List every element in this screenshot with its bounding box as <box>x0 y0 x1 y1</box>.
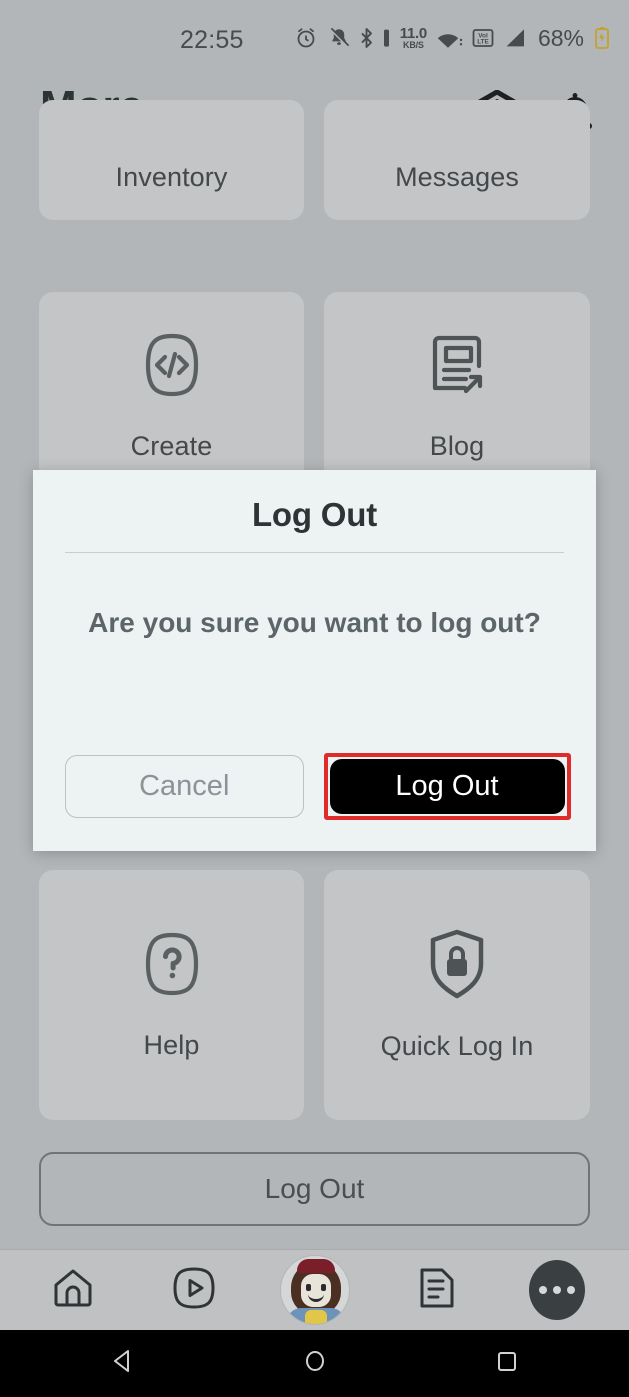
android-recents-button[interactable] <box>485 1342 529 1386</box>
confirm-logout-wrapper: Log Out <box>323 753 571 820</box>
dialog-actions: Cancel Log Out <box>65 753 571 820</box>
android-back-button[interactable] <box>101 1342 145 1386</box>
recents-square-icon <box>494 1348 520 1379</box>
back-triangle-icon <box>108 1346 138 1381</box>
phone-screen: 22:55 11.0 KB/S VoI LTE 68% Inventory Me… <box>0 0 629 1397</box>
dialog-title: Log Out <box>251 496 378 533</box>
logout-confirm-dialog: Log Out Are you sure you want to log out… <box>33 470 596 851</box>
cancel-button[interactable]: Cancel <box>65 755 304 818</box>
home-circle-icon <box>301 1347 329 1380</box>
android-navigation-bar <box>0 1330 629 1397</box>
android-home-button[interactable] <box>293 1342 337 1386</box>
dialog-divider <box>65 552 564 553</box>
confirm-logout-button[interactable]: Log Out <box>329 759 565 814</box>
dialog-message: Are you sure you want to log out? <box>88 607 541 638</box>
